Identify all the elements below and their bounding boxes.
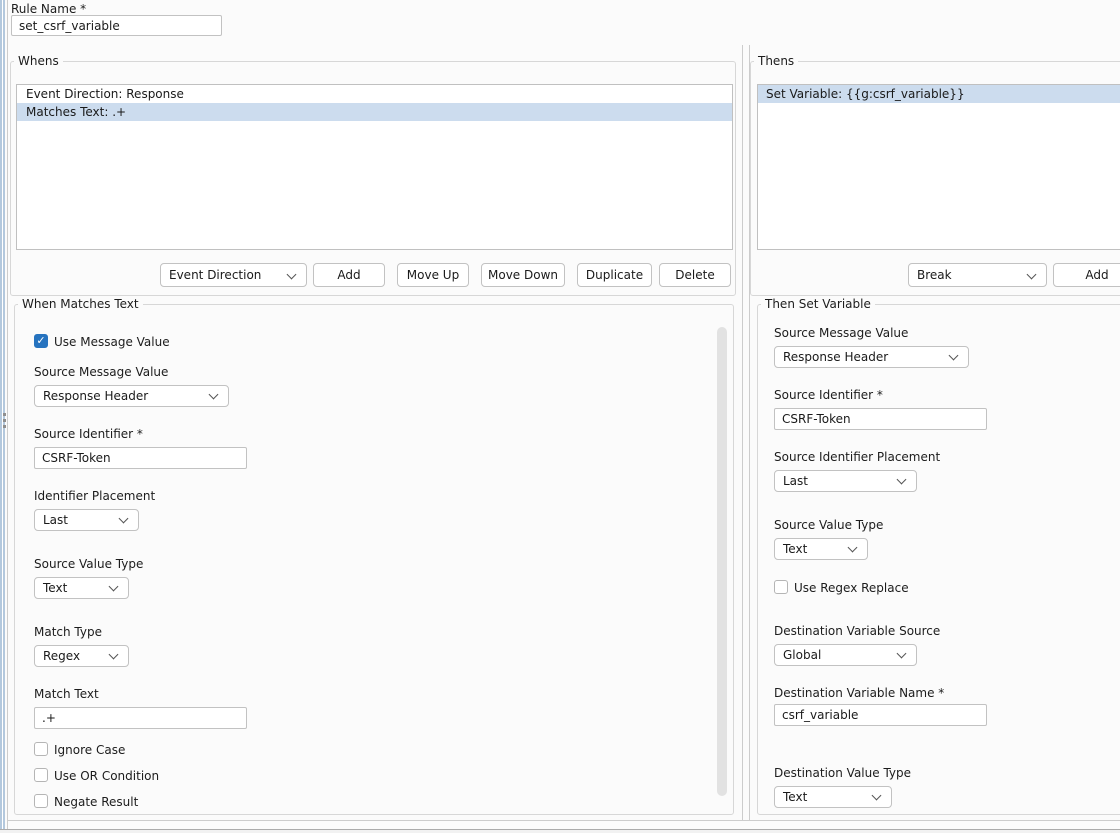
whens-delete-button[interactable]: Delete — [659, 263, 731, 287]
whens-duplicate-button[interactable]: Duplicate — [577, 263, 652, 287]
destination-variable-source-select[interactable]: Global — [774, 644, 917, 666]
whens-list-item-selected[interactable]: Matches Text: .+ — [17, 103, 732, 121]
chevron-down-icon — [109, 582, 119, 592]
negate-result-checkbox[interactable] — [34, 794, 48, 808]
source-identifier-label: Source Identifier * — [34, 427, 143, 441]
match-text-label: Match Text — [34, 687, 99, 701]
then-source-value-type-select[interactable]: Text — [774, 538, 868, 560]
then-source-value-type-label: Source Value Type — [774, 518, 883, 532]
source-value-type-select[interactable]: Text — [34, 577, 129, 599]
whens-list[interactable]: Event Direction: Response Matches Text: … — [16, 84, 733, 250]
then-source-identifier-input[interactable] — [774, 408, 987, 430]
chevron-down-icon — [1027, 270, 1037, 280]
vertical-splitter[interactable] — [0, 0, 5, 829]
use-regex-replace-checkbox[interactable] — [774, 580, 788, 594]
chevron-down-icon — [848, 543, 858, 553]
rule-name-input[interactable] — [11, 15, 222, 36]
chevron-down-icon — [109, 650, 119, 660]
match-text-input[interactable] — [34, 707, 247, 729]
then-set-variable-group: Then Set Variable Source Message Value R… — [757, 304, 1120, 815]
use-or-condition-checkbox[interactable] — [34, 768, 48, 782]
chevron-down-icon — [949, 351, 959, 361]
then-source-message-value-select[interactable]: Response Header — [774, 346, 969, 368]
use-regex-replace-label: Use Regex Replace — [794, 581, 909, 595]
thens-group-title: Thens — [754, 54, 798, 69]
ignore-case-label: Ignore Case — [54, 743, 125, 757]
identifier-placement-select[interactable]: Last — [34, 509, 139, 531]
ignore-case-checkbox[interactable] — [34, 742, 48, 756]
when-matches-text-group-title: When Matches Text — [18, 297, 143, 312]
then-set-variable-group-title: Then Set Variable — [761, 297, 875, 312]
whens-list-item[interactable]: Event Direction: Response — [17, 85, 732, 103]
chevron-down-icon — [897, 475, 907, 485]
splitter-grip-dot — [3, 419, 6, 422]
destination-variable-name-label: Destination Variable Name * — [774, 686, 944, 700]
chevron-down-icon — [119, 514, 129, 524]
thens-list-item-selected[interactable]: Set Variable: {{g:csrf_variable}} — [758, 85, 1120, 103]
whens-move-down-button[interactable]: Move Down — [481, 263, 565, 287]
then-type-select[interactable]: Break — [908, 263, 1047, 287]
splitter-grip-dot — [3, 413, 6, 416]
chevron-down-icon — [897, 649, 907, 659]
when-matches-text-group: When Matches Text ✓ Use Message Value So… — [14, 304, 734, 815]
whens-group-title: Whens — [14, 54, 63, 69]
splitter-grip-dot — [3, 425, 6, 428]
destination-value-type-label: Destination Value Type — [774, 766, 911, 780]
match-type-select[interactable]: Regex — [34, 645, 129, 667]
whens-panel-right-border — [742, 45, 743, 820]
whens-add-button[interactable]: Add — [313, 263, 385, 287]
chevron-down-icon — [872, 791, 882, 801]
dialog-bottom-bar — [0, 829, 1120, 833]
whens-move-up-button[interactable]: Move Up — [397, 263, 469, 287]
source-identifier-placement-label: Source Identifier Placement — [774, 450, 940, 464]
check-icon: ✓ — [36, 335, 45, 347]
source-value-type-label: Source Value Type — [34, 557, 143, 571]
match-type-label: Match Type — [34, 625, 102, 639]
destination-value-type-select[interactable]: Text — [774, 786, 892, 808]
panels-bottom-border — [7, 820, 1120, 821]
destination-variable-name-input[interactable] — [774, 704, 987, 726]
thens-add-button[interactable]: Add — [1053, 263, 1120, 287]
source-identifier-input[interactable] — [34, 447, 247, 469]
rule-editor-dialog: { "header": { "rule_name_label": "Rule N… — [0, 0, 1120, 833]
thens-list[interactable]: Set Variable: {{g:csrf_variable}} — [757, 84, 1120, 250]
chevron-down-icon — [209, 390, 219, 400]
source-message-value-label: Source Message Value — [34, 365, 168, 379]
when-type-select[interactable]: Event Direction — [160, 263, 307, 287]
use-message-value-checkbox[interactable]: ✓ — [34, 334, 48, 348]
source-identifier-placement-select[interactable]: Last — [774, 470, 917, 492]
when-editor-scrollbar-thumb[interactable] — [717, 327, 727, 796]
panel-left-border — [7, 0, 8, 830]
use-or-condition-label: Use OR Condition — [54, 769, 159, 783]
rule-name-label: Rule Name * — [11, 2, 86, 16]
chevron-down-icon — [287, 270, 297, 280]
then-source-identifier-label: Source Identifier * — [774, 388, 883, 402]
then-source-message-value-label: Source Message Value — [774, 326, 908, 340]
identifier-placement-label: Identifier Placement — [34, 489, 155, 503]
negate-result-label: Negate Result — [54, 795, 138, 809]
destination-variable-source-label: Destination Variable Source — [774, 624, 940, 638]
source-message-value-select[interactable]: Response Header — [34, 385, 229, 407]
use-message-value-label: Use Message Value — [54, 335, 170, 349]
